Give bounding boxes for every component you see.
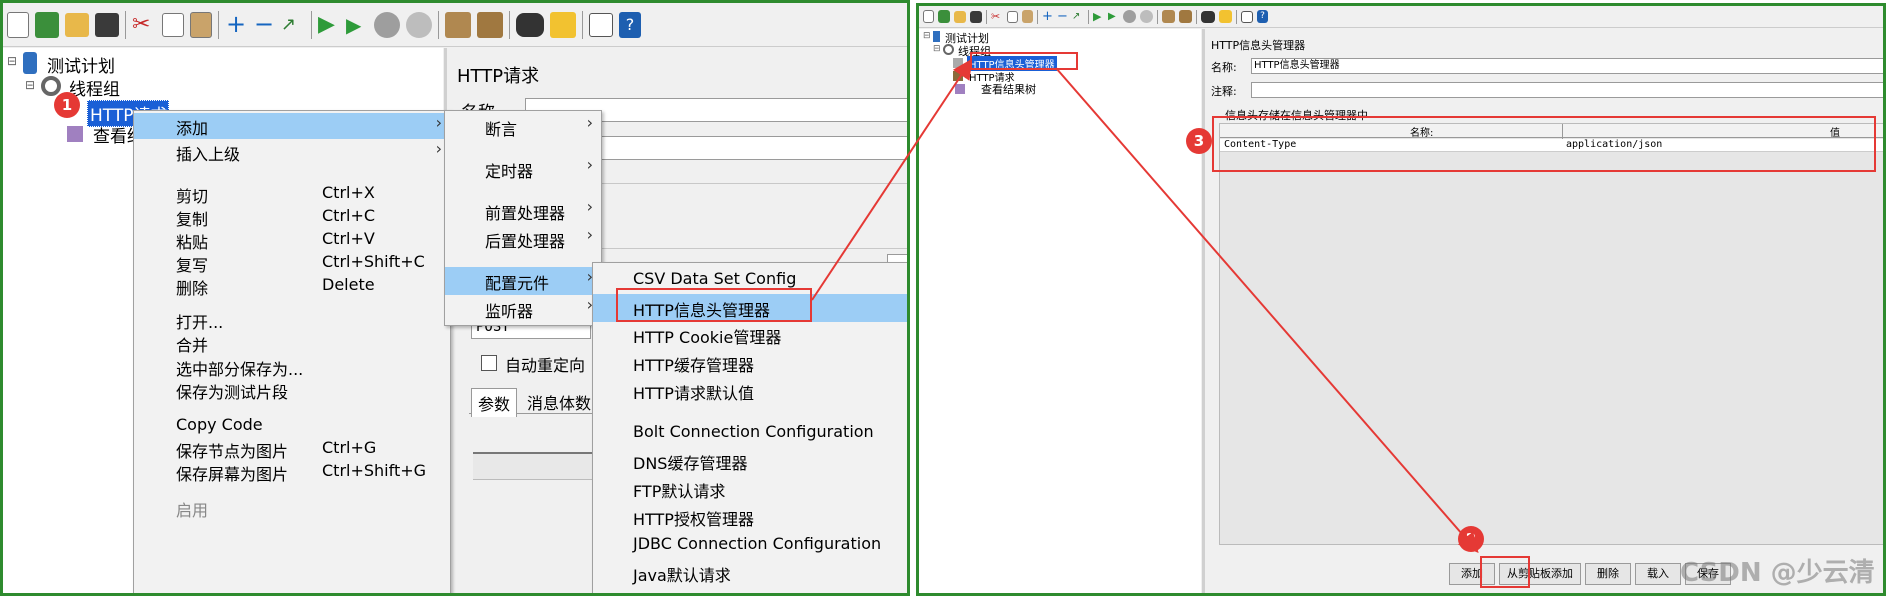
annotation-arrows <box>811 58 1479 554</box>
watermark: CSDN @少云清 <box>1680 558 1875 588</box>
arrow-to-tree-node <box>811 58 973 301</box>
arrow-to-add-button <box>1055 67 1479 554</box>
